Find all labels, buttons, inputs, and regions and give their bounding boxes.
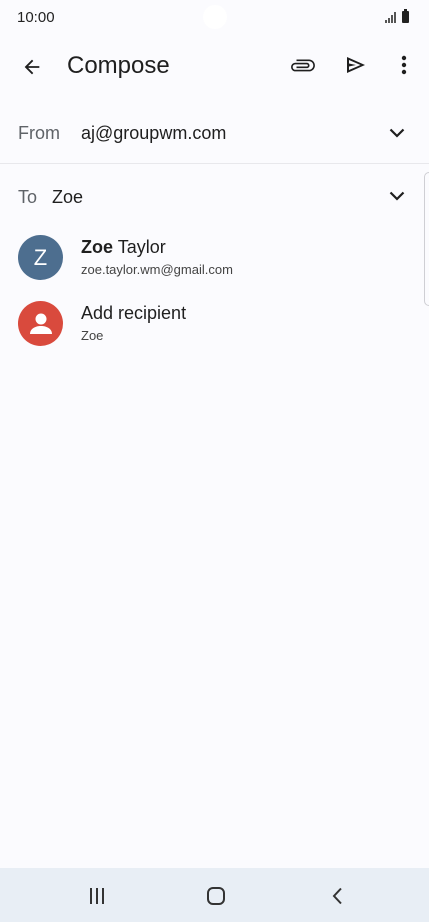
scrollbar[interactable] [424, 172, 429, 306]
avatar: Z [18, 235, 63, 280]
person-icon [18, 301, 63, 346]
camera-cutout [203, 5, 227, 29]
from-value[interactable]: aj@groupwm.com [81, 123, 226, 144]
to-label: To [18, 187, 38, 207]
contact-suggestion[interactable]: Z Zoe Taylor zoe.taylor.wm@gmail.com [0, 228, 420, 288]
back-icon[interactable] [321, 880, 353, 912]
to-field[interactable]: To Zoe [0, 165, 429, 225]
home-icon[interactable] [200, 880, 232, 912]
recent-apps-icon[interactable] [81, 880, 113, 912]
status-icons [385, 9, 409, 23]
add-recipient-title: Add recipient [81, 303, 187, 323]
battery-icon [402, 9, 409, 23]
from-field[interactable]: From aj@groupwm.com [0, 104, 429, 164]
back-arrow-icon[interactable] [14, 49, 50, 85]
to-input[interactable]: Zoe [52, 187, 83, 208]
contact-name-rest: Taylor [113, 237, 166, 257]
page-title: Compose [67, 52, 170, 79]
from-label: From [18, 123, 60, 143]
more-vert-icon[interactable] [386, 47, 422, 83]
contact-email: zoe.taylor.wm@gmail.com [81, 262, 233, 277]
signal-icon [385, 11, 396, 23]
chevron-down-icon[interactable] [385, 184, 409, 208]
app-bar: Compose [0, 36, 429, 98]
send-icon[interactable] [338, 47, 374, 83]
attachment-icon[interactable] [285, 48, 321, 84]
contact-name: Zoe Taylor [81, 237, 166, 258]
status-bar: 10:00 [0, 0, 429, 36]
avatar-letter: Z [33, 244, 48, 270]
chevron-down-icon[interactable] [385, 121, 409, 145]
add-recipient-suggestion[interactable]: Add recipient Zoe [0, 294, 420, 354]
navigation-bar [0, 868, 429, 922]
contact-name-match: Zoe [81, 237, 114, 257]
add-recipient-subtitle: Zoe [81, 328, 104, 343]
status-time: 10:00 [17, 9, 55, 26]
